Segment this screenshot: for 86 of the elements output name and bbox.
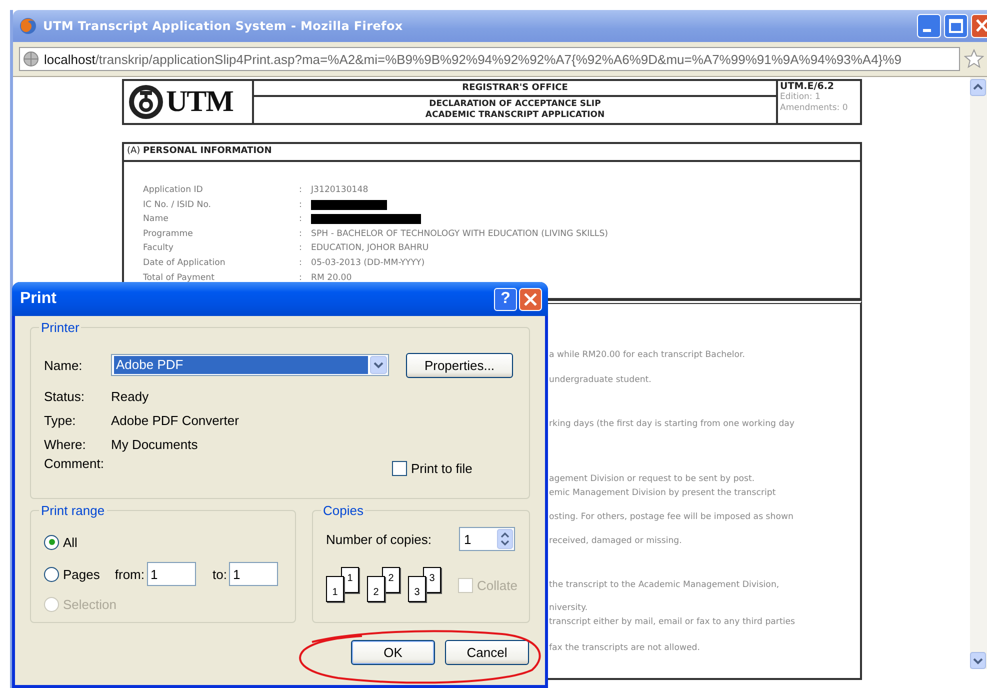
field-value: 05-03-2013 (DD-MM-YYYY) [311,256,426,269]
field-separator: : [299,256,303,269]
printer-dropdown[interactable]: Adobe PDF [111,354,389,376]
scroll-up-icon[interactable] [970,79,986,96]
note-text: fax the transcripts are not allowed. [549,642,701,655]
radio-label[interactable]: Pages [63,566,100,582]
copies-spinner[interactable]: 1 [459,527,515,551]
to-field[interactable]: 1 [228,562,278,586]
note-text: niversity. [549,602,589,615]
note-text: osting. For others, postage fee will be imposed as shown [549,511,794,524]
radio-label: Selection [63,596,116,612]
close-button[interactable] [519,288,542,310]
field-value: Ready [111,388,149,404]
section-heading: (A) PERSONAL INFORMATION [124,144,860,162]
address-field[interactable]: localhost/transkrip/applicationSlip4Print.asp?ma=%A2&mi=%B9%9B%92%94%92%92%A7{%92%A6%9D&mu=%A7%99%91%9A%94%93%A4}%9 [19,47,960,71]
minimize-button[interactable] [917,14,941,38]
field-label: Type: [44,412,77,428]
field-separator: : [299,228,303,240]
checkbox-label: Collate [477,578,518,592]
note-text: agement Division or request to be sent by post. [549,473,756,486]
field-value: My Documents [111,436,198,452]
window-title: UTM Transcript Application System - Mozilla Firefox [43,19,403,33]
note-text: transcript either by mail, email or fax to any third parties [549,616,796,629]
field-value: EDUCATION, JOHOR BAHRU [311,242,430,254]
slip-title: ACADEMIC TRANSCRIPT APPLICATION [425,110,605,121]
field-label: Date of Application [143,256,226,269]
group-label: Copies [322,503,364,518]
dialog-button[interactable]: OK [351,640,435,665]
field-label: Status: [44,388,86,404]
globe-icon [23,51,39,67]
scroll-down-icon[interactable] [970,652,986,669]
note-text: emic Management Division by present the transcript [549,487,777,500]
field-separator: : [299,184,303,196]
help-button[interactable]: ? [494,288,517,310]
amendments-text: Amendments: 0 [780,103,849,114]
field-label: Where: [44,436,87,452]
field-value: J3120130148 [311,184,370,196]
field-separator: : [299,213,303,226]
field-label: Name [143,213,170,226]
note-text: received, damaged or missing. [549,535,683,548]
collate-page: 3 [408,576,426,602]
group-label: Printer [40,320,80,335]
close-button[interactable] [971,14,987,38]
emblem-icon [128,84,164,120]
spinner-arrows-icon[interactable] [497,529,513,549]
collate-page: 2 [367,576,385,602]
field-separator: : [299,198,303,211]
note-text: a while RM20.00 for each transcript Bachelor. [549,349,746,362]
edition-text: Edition: 1 [780,92,822,103]
note-text: the transcript to the Academic Management Division, [549,579,780,592]
field-label: Comment: [44,456,105,471]
maximize-button[interactable] [944,14,968,38]
globe-fox-icon [19,17,37,35]
field-label: Faculty [143,242,174,254]
star-icon[interactable] [964,49,984,69]
field-separator: : [299,242,303,254]
radio-button[interactable] [44,534,59,550]
field-label: from: [114,566,144,582]
field-label: Number of copies: [326,532,432,546]
field-value: SPH - BACHELOR OF TECHNOLOGY WITH EDUCATION (LIVING SKILLS) [311,228,610,240]
field-label: Name: [44,358,84,372]
note-text: undergraduate student. [549,374,652,387]
from-field[interactable]: 1 [146,562,196,586]
radio-label[interactable]: All [63,534,78,550]
radio-button[interactable] [44,566,59,582]
properties-button[interactable]: Properties... [406,352,513,378]
field-label: Total of Payment [143,272,216,284]
checkbox[interactable] [392,461,407,476]
field-label: to: [212,566,227,582]
form-code: UTM.E/6.2 [780,81,836,92]
caret-icon [370,356,387,374]
field-label: Application ID [143,184,204,196]
group-label: Print range [40,503,106,518]
dialog-button[interactable]: Cancel [445,640,529,665]
collate-page: 1 [326,576,344,602]
office-title: REGISTRAR'S OFFICE [462,83,568,93]
field-label: IC No. / ISID No. [143,198,212,211]
note-text: rking days (the first day is starting from one working day [549,418,796,431]
field-value: RM 20.00 [311,272,353,284]
checkbox-label[interactable]: Print to file [411,461,472,476]
field-label: Programme [143,228,194,240]
field-separator: : [299,272,303,284]
field-value: Adobe PDF Converter [111,412,239,428]
slip-title: DECLARATION OF ACCEPTANCE SLIP [429,99,601,110]
dialog-title: Print [20,290,56,308]
logo-text: UTM [166,85,233,119]
